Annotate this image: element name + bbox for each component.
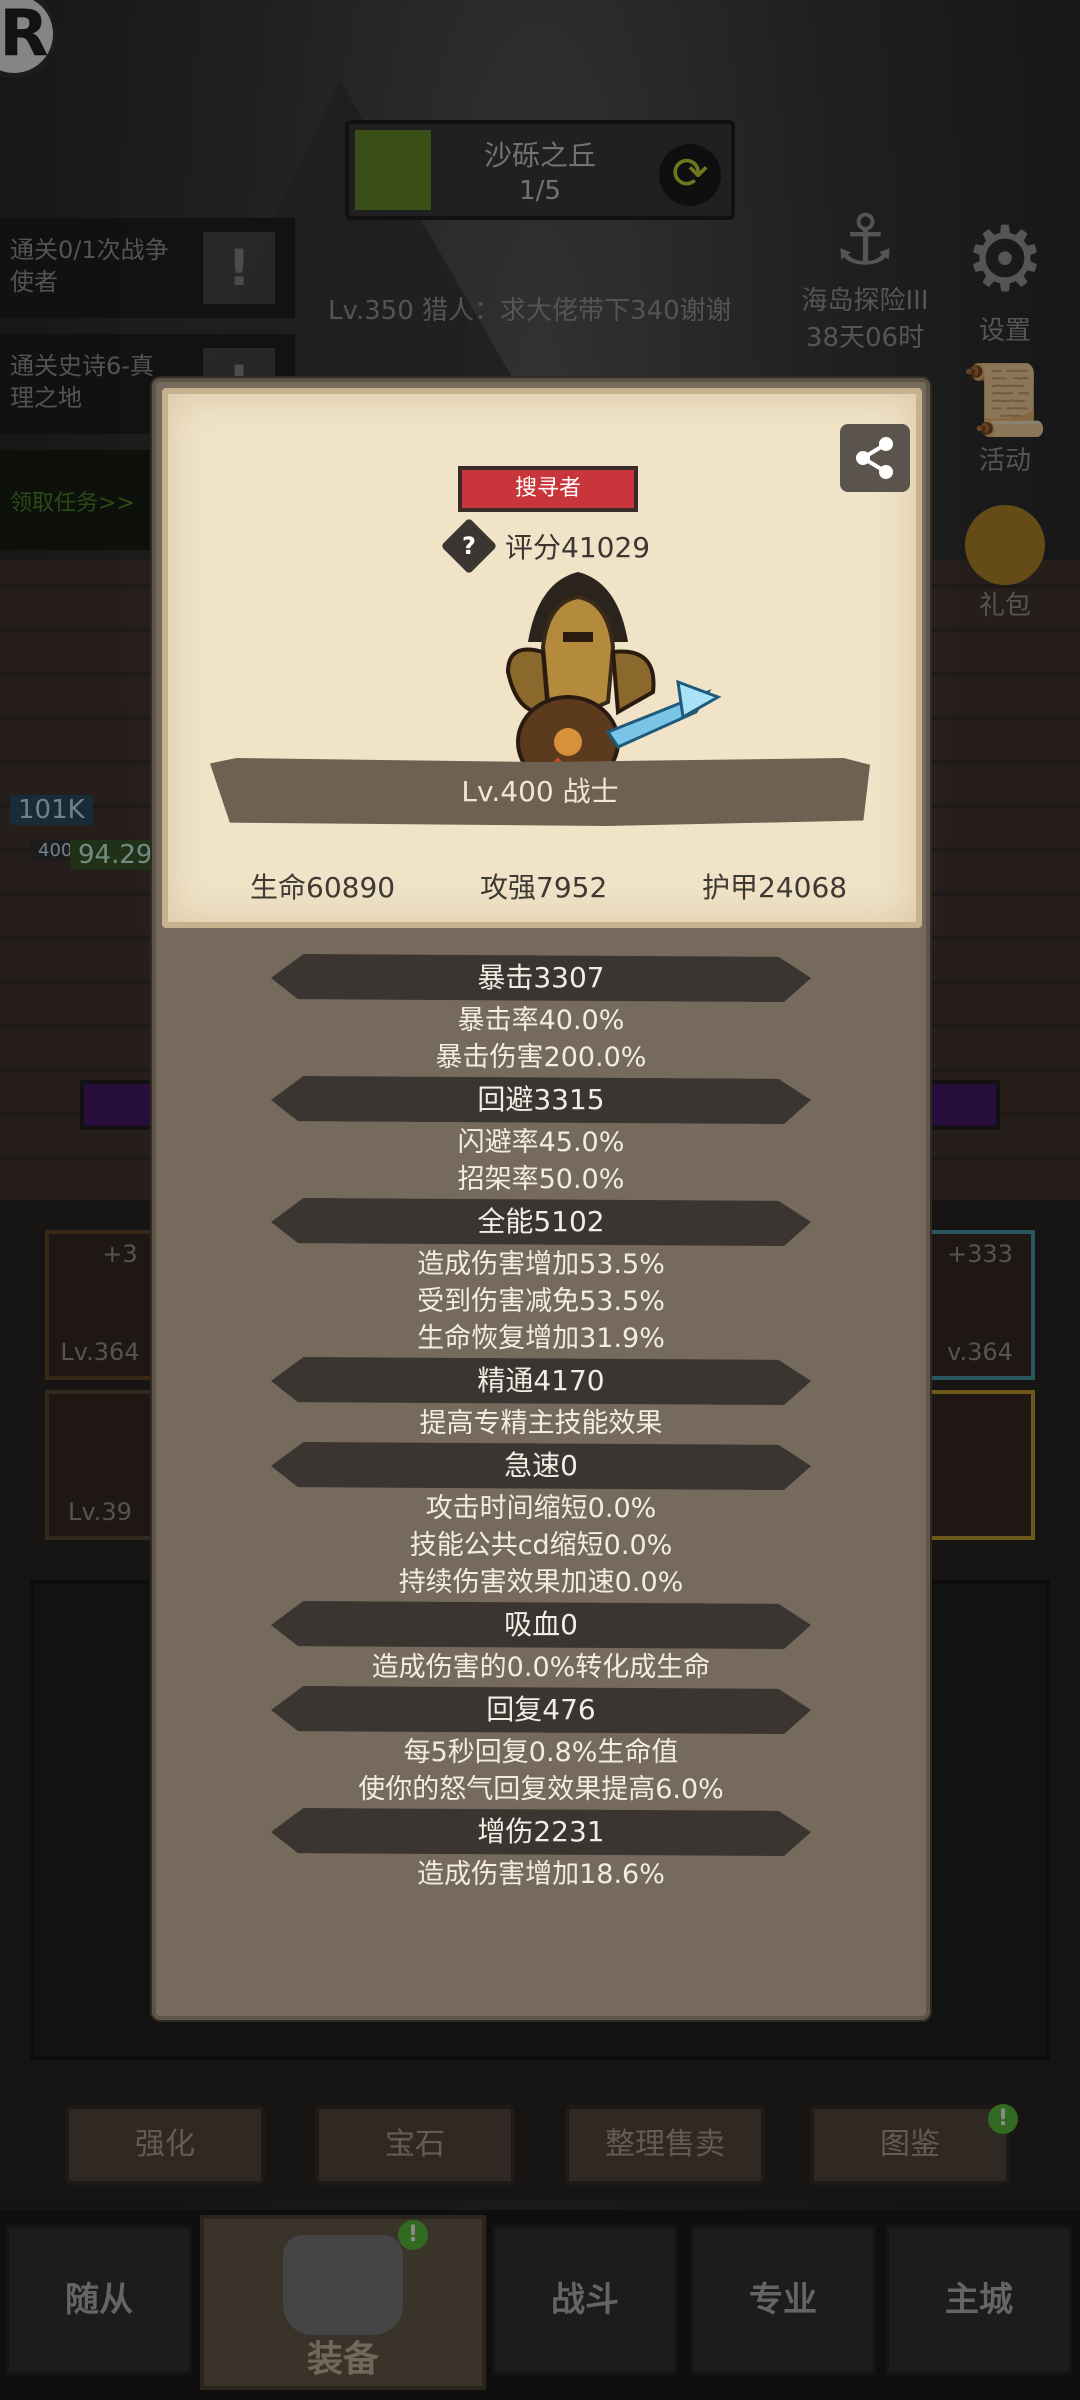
- class-badge: 搜寻者: [458, 466, 638, 512]
- stat-group: 吸血0 造成伤害的0.0%转化成生命: [156, 1601, 926, 1686]
- stat-group-header: 增伤2231: [271, 1808, 811, 1856]
- stat-detail-line: 技能公共cd缩短0.0%: [409, 1530, 673, 1561]
- hp-stat: 生命60890: [250, 871, 396, 904]
- stat-group: 全能5102 造成伤害增加53.5% 受到伤害减免53.5% 生命恢复增加31.9%: [156, 1198, 926, 1357]
- level-class-banner: Lv.400 战士: [210, 758, 870, 826]
- stat-detail-line: 持续伤害效果加速0.0%: [398, 1567, 684, 1598]
- attack-power-stat: 攻强7952: [480, 871, 608, 904]
- stat-group: 暴击3307 暴击率40.0% 暴击伤害200.0%: [156, 954, 926, 1076]
- character-card: 搜寻者 ? 评分41029 Lv.400 战士 生命60890 攻强7952 护…: [162, 388, 922, 928]
- armor-stat: 护甲24068: [702, 871, 848, 904]
- share-button[interactable]: [840, 424, 910, 492]
- stat-group-header: 精通4170: [271, 1357, 811, 1405]
- share-icon: [856, 437, 893, 479]
- stat-detail-line: 造成伤害增加18.6%: [417, 1859, 665, 1890]
- stat-group: 急速0 攻击时间缩短0.0% 技能公共cd缩短0.0% 持续伤害效果加速0.0%: [156, 1442, 926, 1601]
- stat-detail-line: 提高专精主技能效果: [419, 1408, 663, 1439]
- stat-details-list: 暴击3307 暴击率40.0% 暴击伤害200.0% 回避3315 闪避率45.0% 招架…: [156, 954, 926, 1893]
- stat-detail-line: 暴击伤害200.0%: [435, 1042, 647, 1073]
- stat-group: 回避3315 闪避率45.0% 招架率50.0%: [156, 1076, 926, 1198]
- stat-group-header: 暴击3307: [271, 954, 811, 1002]
- stat-detail-line: 闪避率45.0%: [457, 1127, 625, 1158]
- stat-group-header: 回避3315: [271, 1076, 811, 1124]
- warrior-portrait: [505, 572, 722, 789]
- stat-detail-line: 暴击率40.0%: [457, 1005, 625, 1036]
- stat-group: 增伤2231 造成伤害增加18.6%: [156, 1808, 926, 1893]
- stat-detail-line: 攻击时间缩短0.0%: [425, 1493, 657, 1524]
- stat-detail-line: 生命恢复增加31.9%: [417, 1323, 665, 1354]
- stat-group-header: 全能5102: [271, 1198, 811, 1246]
- stat-group-header: 回复476: [271, 1686, 811, 1734]
- character-stats-popup: 搜寻者 ? 评分41029 Lv.400 战士 生命60890 攻强7952 护…: [152, 378, 930, 2020]
- stat-group: 精通4170 提高专精主技能效果: [156, 1357, 926, 1442]
- stat-detail-line: 受到伤害减免53.5%: [417, 1286, 665, 1317]
- stat-detail-line: 每5秒回复0.8%生命值: [403, 1737, 679, 1768]
- stat-group: 回复476 每5秒回复0.8%生命值使你的怒气回复效果提高6.0%: [156, 1686, 926, 1808]
- stat-detail-line: 使你的怒气回复效果提高6.0%: [358, 1774, 724, 1805]
- stat-detail-line: 招架率50.0%: [457, 1164, 625, 1195]
- stat-detail-line: 造成伤害的0.0%转化成生命: [371, 1652, 711, 1683]
- stat-detail-line: 造成伤害增加53.5%: [417, 1249, 665, 1280]
- stat-group-header: 急速0: [271, 1442, 811, 1490]
- stat-group-header: 吸血0: [271, 1601, 811, 1649]
